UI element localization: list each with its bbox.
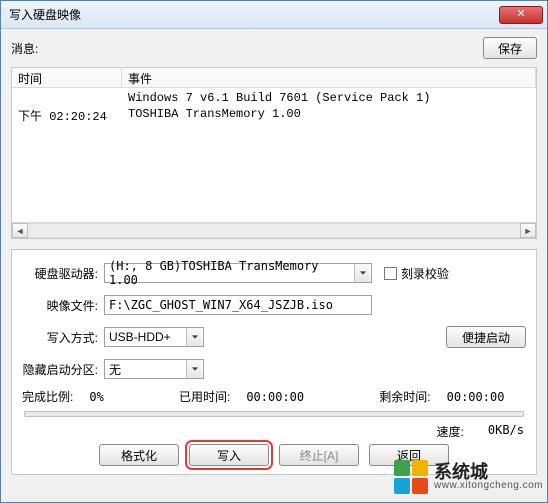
log-body: Windows 7 v6.1 Build 7601 (Service Pack … (12, 88, 536, 222)
percent-label: 完成比例: (22, 388, 73, 405)
progress-stats: 完成比例: 0% 已用时间: 00:00:00 剩余时间: 00:00:00 (22, 388, 526, 405)
write-button[interactable]: 写入 (189, 444, 269, 466)
remaining-label: 剩余时间: (379, 388, 430, 405)
hidden-select[interactable]: 无 (104, 359, 204, 379)
hidden-label: 隐藏启动分区: (22, 361, 104, 378)
scroll-track[interactable] (28, 223, 520, 238)
close-button[interactable]: ✕ (499, 6, 543, 24)
chevron-down-icon (354, 264, 370, 282)
log-panel: 时间 事件 Windows 7 v6.1 Build 7601 (Service… (11, 67, 537, 239)
window-title: 写入硬盘映像 (9, 6, 499, 23)
log-event: TOSHIBA TransMemory 1.00 (122, 106, 536, 125)
scroll-left-icon[interactable]: ◄ (12, 223, 28, 238)
speed-label: 速度: (437, 423, 464, 440)
col-event-header[interactable]: 事件 (122, 68, 536, 87)
abort-button[interactable]: 终止[A] (279, 444, 359, 466)
quickboot-button[interactable]: 便捷启动 (446, 326, 526, 348)
row-mode: 写入方式: USB-HDD+ 便捷启动 (22, 324, 526, 350)
form-panel: 硬盘驱动器: (H:, 8 GB)TOSHIBA TransMemory 1.0… (11, 249, 537, 475)
log-event: Windows 7 v6.1 Build 7601 (Service Pack … (122, 90, 536, 106)
speed-row: 速度: 0KB/s (22, 423, 526, 440)
client-area: 消息: 保存 时间 事件 Windows 7 v6.1 Build 7601 (… (1, 29, 547, 502)
percent-value: 0% (89, 390, 103, 404)
row-hidden: 隐藏启动分区: 无 (22, 356, 526, 382)
drive-value: (H:, 8 GB)TOSHIBA TransMemory 1.00 (109, 259, 351, 287)
image-value: F:\ZGC_GHOST_WIN7_X64_JSZJB.iso (109, 298, 333, 312)
drive-select[interactable]: (H:, 8 GB)TOSHIBA TransMemory 1.00 (104, 263, 372, 283)
image-input[interactable]: F:\ZGC_GHOST_WIN7_X64_JSZJB.iso (104, 295, 372, 315)
message-row: 消息: 保存 (11, 37, 537, 59)
image-label: 映像文件: (22, 297, 104, 314)
horizontal-scrollbar[interactable]: ◄ ► (12, 222, 536, 238)
log-row: Windows 7 v6.1 Build 7601 (Service Pack … (12, 90, 536, 106)
titlebar: 写入硬盘映像 ✕ (1, 1, 547, 29)
log-header: 时间 事件 (12, 68, 536, 88)
log-time: 下午 02:20:24 (12, 106, 122, 125)
progress-bar (24, 411, 524, 417)
verify-label: 刻录校验 (401, 265, 449, 282)
message-label: 消息: (11, 40, 38, 57)
format-button[interactable]: 格式化 (99, 444, 179, 466)
remaining-value: 00:00:00 (447, 390, 505, 404)
checkbox-box (384, 267, 397, 280)
speed-value: 0KB/s (488, 423, 524, 440)
save-button[interactable]: 保存 (483, 37, 537, 59)
back-button[interactable]: 返回 (369, 444, 449, 466)
elapsed-label: 已用时间: (179, 388, 230, 405)
chevron-down-icon (186, 360, 202, 378)
dialog-window: 写入硬盘映像 ✕ 消息: 保存 时间 事件 Windows 7 v6.1 Bui… (0, 0, 548, 503)
chevron-down-icon (186, 328, 202, 346)
row-drive: 硬盘驱动器: (H:, 8 GB)TOSHIBA TransMemory 1.0… (22, 260, 526, 286)
mode-value: USB-HDD+ (109, 330, 171, 344)
log-time (12, 90, 122, 106)
verify-checkbox[interactable]: 刻录校验 (384, 265, 449, 282)
col-time-header[interactable]: 时间 (12, 68, 122, 87)
close-icon: ✕ (516, 8, 525, 20)
scroll-right-icon[interactable]: ► (520, 223, 536, 238)
hidden-value: 无 (109, 361, 121, 378)
drive-label: 硬盘驱动器: (22, 265, 104, 282)
elapsed-value: 00:00:00 (246, 390, 304, 404)
mode-select[interactable]: USB-HDD+ (104, 327, 204, 347)
row-image: 映像文件: F:\ZGC_GHOST_WIN7_X64_JSZJB.iso (22, 292, 526, 318)
button-row: 格式化 写入 终止[A] 返回 (22, 444, 526, 466)
log-row: 下午 02:20:24 TOSHIBA TransMemory 1.00 (12, 106, 536, 125)
mode-label: 写入方式: (22, 329, 104, 346)
